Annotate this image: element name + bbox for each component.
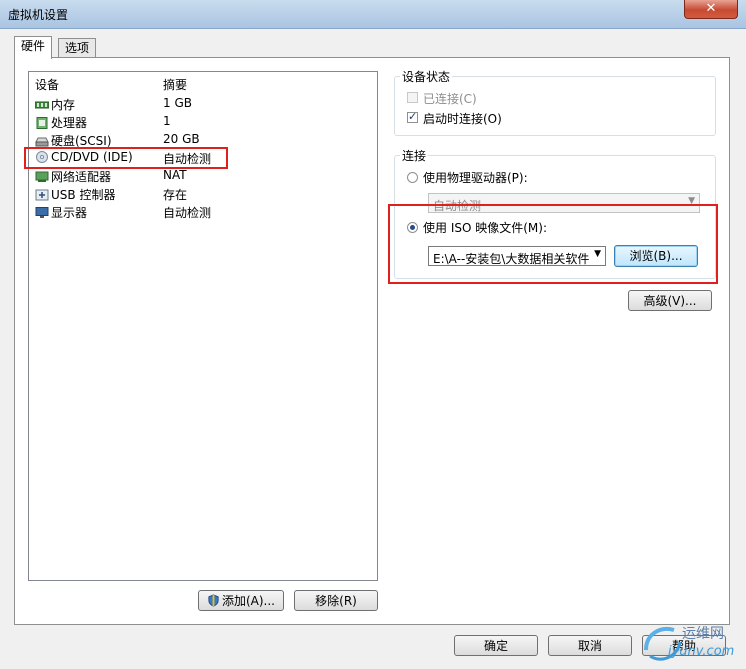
- watermark-title: 运维网: [682, 626, 724, 642]
- iso-path-combobox[interactable]: E:\A--安装包\大数据相关软件 ▼: [428, 246, 606, 266]
- iso-image-radio[interactable]: [407, 222, 418, 233]
- chevron-down-icon: ▼: [688, 196, 695, 206]
- device-name: 硬盘(SCSI): [51, 134, 112, 148]
- device-name: 网络适配器: [51, 170, 112, 184]
- device-summary: 1 GB: [163, 96, 192, 110]
- shield-icon: [208, 594, 219, 607]
- add-button-label: 添加(A)...: [221, 594, 276, 608]
- memory-icon: [35, 101, 49, 109]
- title-bar: 虚拟机设置 ✕: [0, 0, 746, 29]
- connect-on-power-label: 启动时连接(O): [423, 112, 502, 126]
- physical-drive-radio[interactable]: [407, 172, 418, 183]
- device-row-usb[interactable]: USB 控制器 存在: [29, 185, 377, 203]
- column-device: 设备: [35, 78, 60, 92]
- iso-path-value: E:\A--安装包\大数据相关软件: [433, 252, 589, 266]
- connection-title: 连接: [400, 147, 429, 164]
- device-name: 显示器: [51, 206, 88, 220]
- device-summary: 存在: [163, 188, 188, 202]
- watermark: 运维网 iyunv.com: [640, 620, 744, 666]
- advanced-button[interactable]: 高级(V)...: [628, 290, 712, 311]
- device-summary: 自动检测: [163, 152, 212, 166]
- add-device-button[interactable]: 添加(A)...: [198, 590, 284, 611]
- chevron-down-icon: ▼: [594, 249, 601, 259]
- cd-dvd-icon: [36, 151, 48, 163]
- cpu-icon: [36, 117, 48, 129]
- cancel-button[interactable]: 取消: [548, 635, 632, 656]
- watermark-url: iyunv.com: [668, 644, 735, 659]
- connected-checkbox[interactable]: [407, 92, 418, 103]
- list-header: 设备 摘要: [29, 72, 377, 92]
- browse-button[interactable]: 浏览(B)...: [614, 245, 698, 267]
- device-row-cpu[interactable]: 处理器 1: [29, 113, 377, 131]
- device-name: CD/DVD (IDE): [51, 150, 133, 164]
- network-adapter-icon: [35, 171, 49, 182]
- connect-on-power-checkbox[interactable]: [407, 110, 418, 123]
- connected-label: 已连接(C): [423, 92, 477, 106]
- device-row-monitor[interactable]: 显示器 自动检测: [29, 203, 377, 221]
- device-name: 处理器: [51, 116, 88, 130]
- device-row-network[interactable]: 网络适配器 NAT: [29, 167, 377, 185]
- device-row-harddisk[interactable]: 硬盘(SCSI) 20 GB: [29, 131, 377, 149]
- close-icon: ✕: [705, 1, 717, 16]
- harddisk-icon: [35, 137, 49, 147]
- ok-button[interactable]: 确定: [454, 635, 538, 656]
- device-summary: 自动检测: [163, 206, 212, 220]
- close-button[interactable]: ✕: [684, 0, 738, 19]
- usb-icon: [35, 189, 49, 201]
- device-summary: 1: [163, 114, 171, 128]
- monitor-icon: [35, 207, 49, 218]
- physical-drive-dropdown[interactable]: 自动检测 ▼: [428, 193, 700, 213]
- iso-image-label: 使用 ISO 映像文件(M):: [423, 221, 547, 235]
- device-summary: 20 GB: [163, 132, 200, 146]
- device-row-memory[interactable]: 内存 1 GB: [29, 95, 377, 113]
- tab-hardware[interactable]: 硬件: [14, 36, 53, 59]
- device-name: USB 控制器: [51, 188, 116, 202]
- column-summary: 摘要: [163, 78, 188, 92]
- device-summary: NAT: [163, 168, 187, 182]
- remove-device-button[interactable]: 移除(R): [294, 590, 378, 611]
- device-name: 内存: [51, 98, 76, 112]
- physical-drive-value: 自动检测: [433, 199, 482, 213]
- watermark-logo-icon: [644, 627, 682, 661]
- device-list[interactable]: 设备 摘要 内存 1 GB 处理器 1 硬盘(SCSI) 20 GB CD/DV…: [28, 71, 378, 581]
- device-row-cd-dvd[interactable]: CD/DVD (IDE) 自动检测: [29, 149, 377, 167]
- device-status-title: 设备状态: [400, 68, 453, 85]
- tab-options[interactable]: 选项: [58, 38, 97, 58]
- window-title: 虚拟机设置: [8, 8, 69, 22]
- physical-drive-label: 使用物理驱动器(P):: [423, 171, 528, 185]
